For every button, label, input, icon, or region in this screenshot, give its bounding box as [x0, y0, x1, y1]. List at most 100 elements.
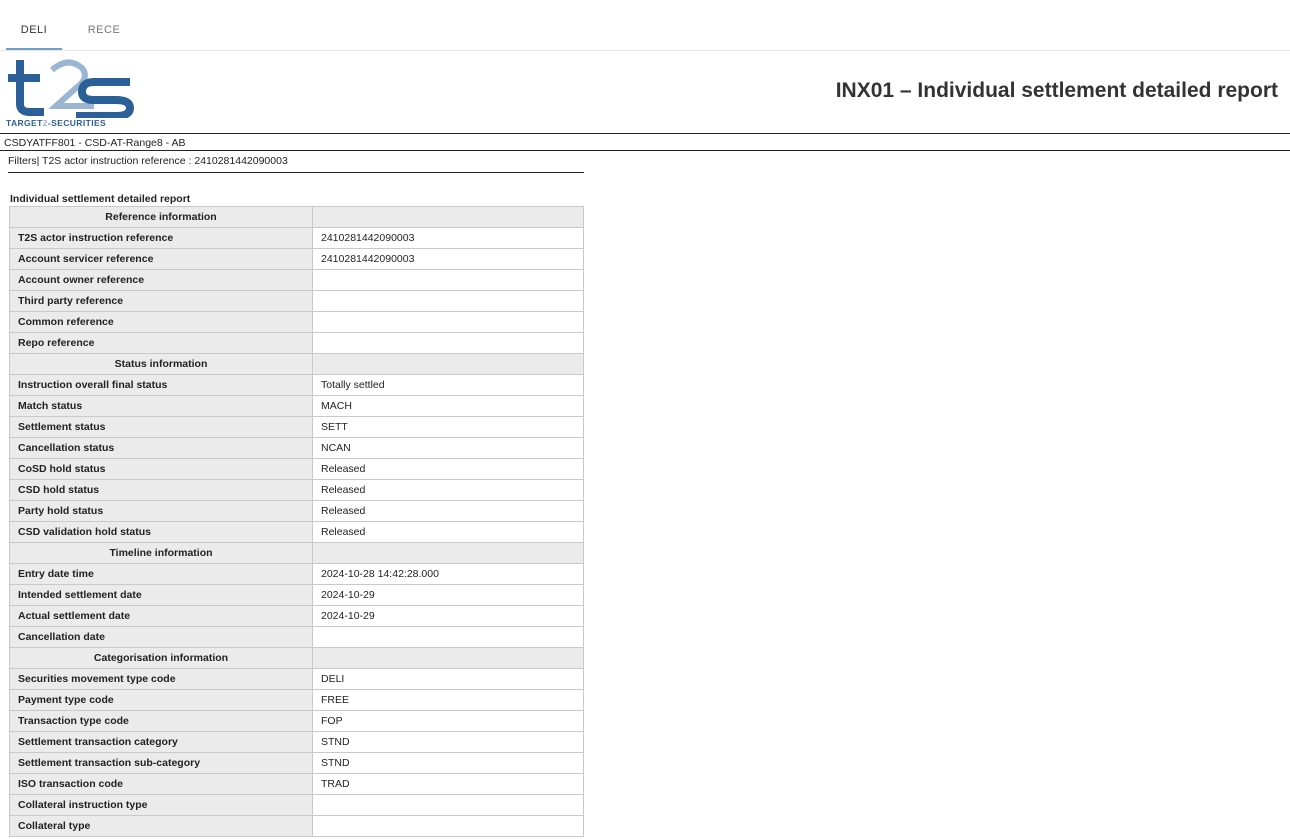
party-identifier: CSDYATFF801 - CSD-AT-Range8 - AB [4, 137, 186, 149]
field-value [312, 269, 584, 291]
field-label: CoSD hold status [9, 458, 313, 480]
field-value [312, 542, 584, 564]
field-label: Third party reference [9, 290, 313, 312]
section-header-label: Categorisation information [9, 647, 313, 669]
field-label: Actual settlement date [9, 605, 313, 627]
t2s-logo: TARGET2-SECURITIES [6, 56, 136, 132]
table-row: Settlement transaction category STND [9, 731, 584, 753]
table-row: Cancellation status NCAN [9, 437, 584, 459]
field-value: 2024-10-29 [312, 584, 584, 606]
field-value: STND [312, 731, 584, 753]
field-label: T2S actor instruction reference [9, 227, 313, 249]
field-value [312, 626, 584, 648]
t2s-logo-mark [8, 59, 135, 120]
table-row: Match status MACH [9, 395, 584, 417]
field-label: Repo reference [9, 332, 313, 354]
field-label: Cancellation date [9, 626, 313, 648]
table-row: Party hold status Released [9, 500, 584, 522]
table-row: CSD hold status Released [9, 479, 584, 501]
table-row: Repo reference [9, 332, 584, 354]
tab-bar: DELI RECE [0, 10, 1290, 51]
section-title: Individual settlement detailed report [10, 193, 191, 205]
field-label: Settlement status [9, 416, 313, 438]
field-value: 2410281442090003 [312, 248, 584, 270]
field-label: Settlement transaction sub-category [9, 752, 313, 774]
field-value: 2024-10-28 14:42:28.000 [312, 563, 584, 585]
field-value: FOP [312, 710, 584, 732]
table-row: Intended settlement date 2024-10-29 [9, 584, 584, 606]
table-row: Third party reference [9, 290, 584, 312]
table-row: Transaction type code FOP [9, 710, 584, 732]
logo-tagline: TARGET2-SECURITIES [6, 118, 107, 128]
tab-rece[interactable]: RECE [76, 10, 132, 50]
table-row: Instruction overall final status Totally … [9, 374, 584, 396]
table-row: Common reference [9, 311, 584, 333]
field-label: Transaction type code [9, 710, 313, 732]
table-row: CSD validation hold status Released [9, 521, 584, 543]
filters-divider [8, 172, 584, 173]
field-value [312, 353, 584, 375]
field-label: Instruction overall final status [9, 374, 313, 396]
section-header-row: Reference information [9, 206, 584, 228]
table-row: Settlement transaction sub-category STND [9, 752, 584, 774]
table-row: Entry date time 2024-10-28 14:42:28.000 [9, 563, 584, 585]
field-label: Common reference [9, 311, 313, 333]
filters-summary: Filters| T2S actor instruction reference… [8, 155, 288, 167]
field-label: CSD validation hold status [9, 521, 313, 543]
field-label: Party hold status [9, 500, 313, 522]
field-label: Payment type code [9, 689, 313, 711]
field-label: ISO transaction code [9, 773, 313, 795]
table-row: Settlement status SETT [9, 416, 584, 438]
field-value: Released [312, 479, 584, 501]
table-row: ISO transaction code TRAD [9, 773, 584, 795]
section-header-row: Timeline information [9, 542, 584, 564]
field-label: CSD hold status [9, 479, 313, 501]
report-table: Reference information T2S actor instructi… [9, 206, 584, 837]
field-label: Match status [9, 395, 313, 417]
header-divider [0, 133, 1290, 134]
field-value [312, 794, 584, 816]
section-header-label: Reference information [9, 206, 313, 228]
tab-deli[interactable]: DELI [6, 10, 62, 50]
field-label: Collateral type [9, 815, 313, 837]
field-value: Released [312, 521, 584, 543]
field-value: MACH [312, 395, 584, 417]
table-row: CoSD hold status Released [9, 458, 584, 480]
field-value: NCAN [312, 437, 584, 459]
field-label: Cancellation status [9, 437, 313, 459]
party-divider [0, 150, 1290, 151]
section-header-label: Status information [9, 353, 313, 375]
field-label: Entry date time [9, 563, 313, 585]
table-row: Account owner reference [9, 269, 584, 291]
table-row: Collateral instruction type [9, 794, 584, 816]
field-value: TRAD [312, 773, 584, 795]
field-value [312, 290, 584, 312]
field-value: STND [312, 752, 584, 774]
field-value: Released [312, 500, 584, 522]
section-header-row: Categorisation information [9, 647, 584, 669]
field-label: Account servicer reference [9, 248, 313, 270]
field-label: Securities movement type code [9, 668, 313, 690]
field-value: 2024-10-29 [312, 605, 584, 627]
field-value: FREE [312, 689, 584, 711]
table-row: Payment type code FREE [9, 689, 584, 711]
field-label: Intended settlement date [9, 584, 313, 606]
field-label: Account owner reference [9, 269, 313, 291]
field-value: 2410281442090003 [312, 227, 584, 249]
field-value [312, 311, 584, 333]
table-row: Securities movement type code DELI [9, 668, 584, 690]
table-row: Cancellation date [9, 626, 584, 648]
field-value: Released [312, 458, 584, 480]
field-value [312, 815, 584, 837]
table-row: T2S actor instruction reference 241028144… [9, 227, 584, 249]
section-header-row: Status information [9, 353, 584, 375]
section-header-label: Timeline information [9, 542, 313, 564]
report-title: INX01 – Individual settlement detailed r… [835, 79, 1278, 102]
field-value: DELI [312, 668, 584, 690]
field-value: Totally settled [312, 374, 584, 396]
field-label: Settlement transaction category [9, 731, 313, 753]
field-value [312, 332, 584, 354]
field-value [312, 206, 584, 228]
field-label: Collateral instruction type [9, 794, 313, 816]
table-row: Actual settlement date 2024-10-29 [9, 605, 584, 627]
